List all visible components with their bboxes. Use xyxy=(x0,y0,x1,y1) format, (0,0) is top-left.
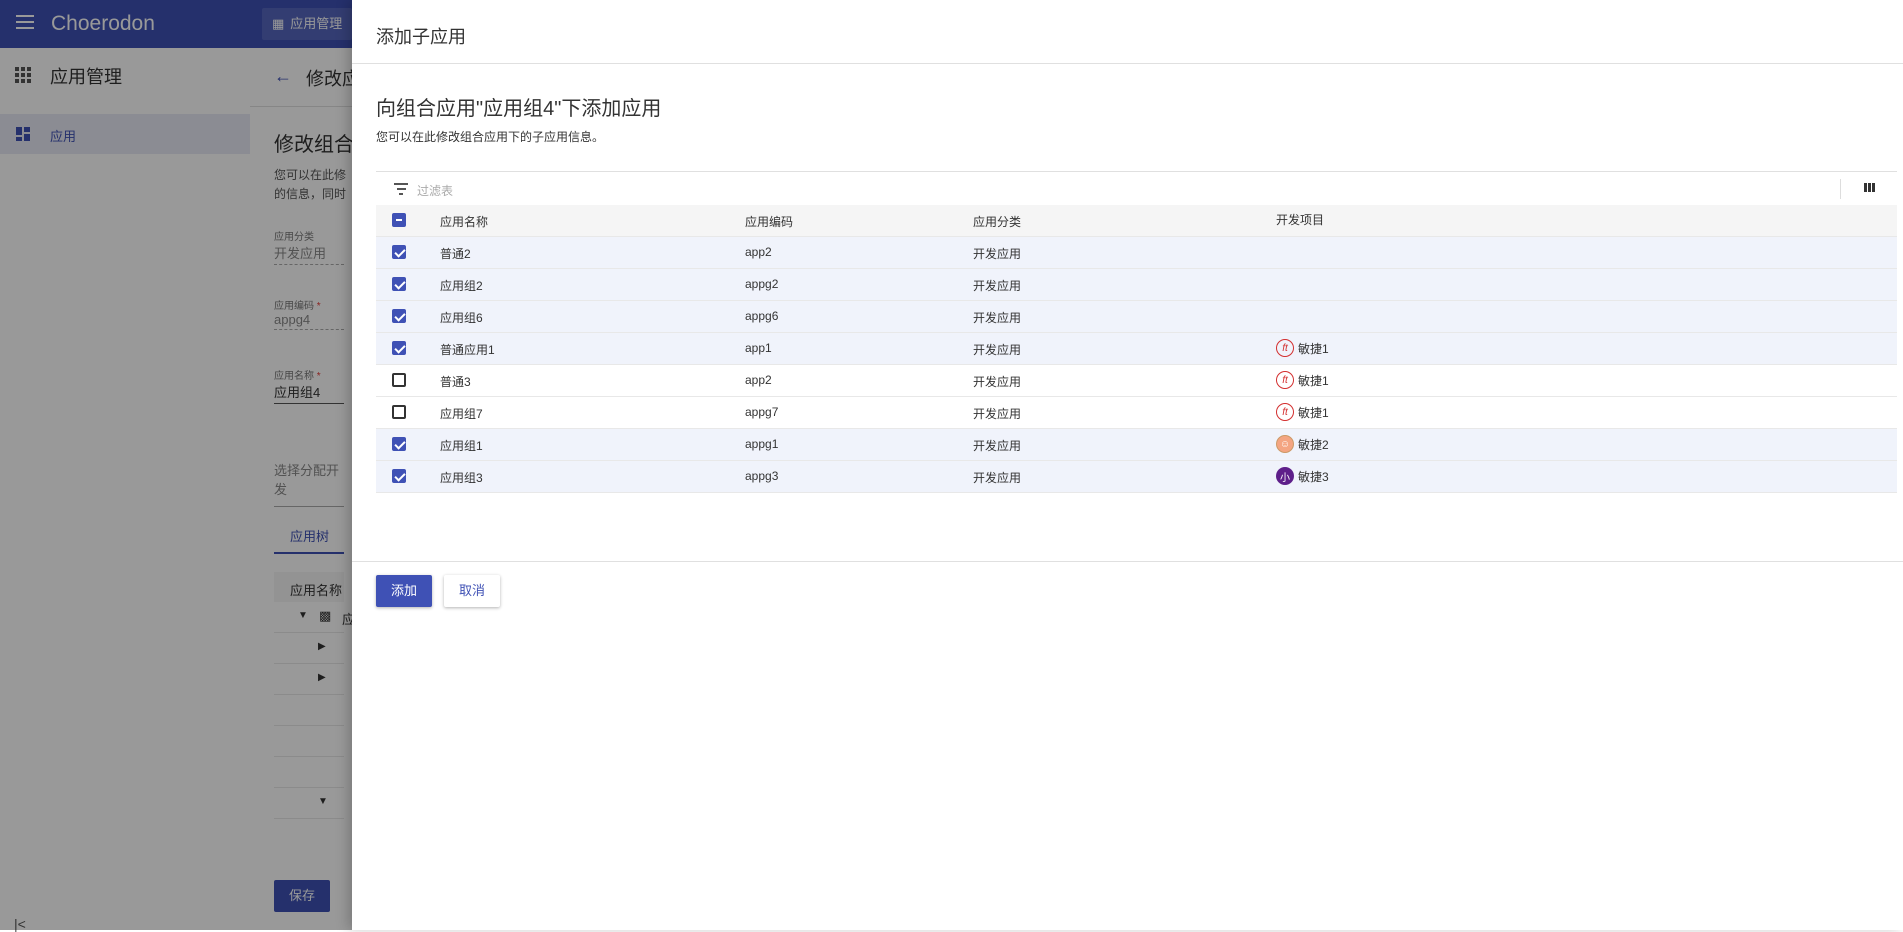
table-header: 应用名称 应用编码 应用分类 开发项目 xyxy=(376,205,1897,237)
row-checkbox[interactable] xyxy=(392,437,406,451)
table-row[interactable]: 应用组2 appg2 开发应用 xyxy=(376,269,1897,301)
project-logo-icon: ft xyxy=(1276,339,1294,357)
row-checkbox[interactable] xyxy=(392,309,406,323)
project-cell: ft 敏捷1 xyxy=(1276,339,1329,357)
project-avatar-icon: ☺ xyxy=(1276,435,1294,453)
app-name-cell: 普通2 xyxy=(440,247,471,261)
row-checkbox[interactable] xyxy=(392,277,406,291)
table-body: 普通2 app2 开发应用 应用组2 appg2 开发应用 应用组6 appg6 开发应用 普通应… xyxy=(376,237,1897,493)
app-name-cell: 应用组7 xyxy=(440,407,483,421)
column-header-category[interactable]: 应用分类 xyxy=(973,213,1021,230)
project-name: 敏捷1 xyxy=(1298,405,1329,420)
column-header-code[interactable]: 应用编码 xyxy=(745,213,793,230)
table-row[interactable]: 应用组3 appg3 开发应用 小敏捷3 xyxy=(376,461,1897,493)
divider xyxy=(352,63,1903,64)
project-logo-icon: ft xyxy=(1276,403,1294,421)
row-checkbox[interactable] xyxy=(392,373,406,387)
project-cell: ft 敏捷1 xyxy=(1276,371,1329,389)
app-code-cell: appg7 xyxy=(745,405,779,419)
app-code-cell: appg2 xyxy=(745,277,779,291)
drawer-heading: 向组合应用"应用组4"下添加应用 xyxy=(376,98,662,120)
row-checkbox[interactable] xyxy=(392,469,406,483)
app-category-cell: 开发应用 xyxy=(973,439,1022,453)
filter-bar: 过滤表 xyxy=(376,171,1897,206)
project-name: 敏捷3 xyxy=(1298,469,1329,484)
app-category-cell: 开发应用 xyxy=(973,247,1022,261)
add-button[interactable]: 添加 xyxy=(376,575,432,607)
cancel-button[interactable]: 取消 xyxy=(444,575,500,607)
table-row[interactable]: 应用组6 appg6 开发应用 xyxy=(376,301,1897,333)
project-logo-icon: 小 xyxy=(1276,467,1294,485)
app-category-cell: 开发应用 xyxy=(973,375,1022,389)
app-name-cell: 应用组1 xyxy=(440,439,483,453)
project-name: 敏捷2 xyxy=(1298,437,1329,452)
app-category-cell: 开发应用 xyxy=(973,471,1022,485)
column-header-name[interactable]: 应用名称 xyxy=(440,213,488,230)
add-child-app-drawer: 添加子应用 向组合应用"应用组4"下添加应用 您可以在此修改组合应用下的子应用信… xyxy=(352,0,1903,930)
project-cell: ft 敏捷1 xyxy=(1276,403,1329,421)
table-row[interactable]: 普通应用1 app1 开发应用 ft 敏捷1 xyxy=(376,333,1897,365)
divider xyxy=(352,561,1903,562)
app-name-cell: 应用组3 xyxy=(440,471,483,485)
select-all-checkbox[interactable] xyxy=(392,213,406,227)
child-app-table: 应用名称 应用编码 应用分类 开发项目 普通2 app2 开发应用 应用组2 appg2… xyxy=(376,205,1897,493)
filter-input[interactable]: 过滤表 xyxy=(417,182,453,199)
table-row[interactable]: 普通2 app2 开发应用 xyxy=(376,237,1897,269)
app-category-cell: 开发应用 xyxy=(973,311,1022,325)
columns-icon[interactable] xyxy=(1864,183,1876,194)
filter-icon xyxy=(394,183,408,195)
project-cell: 小敏捷3 xyxy=(1276,467,1329,485)
row-checkbox[interactable] xyxy=(392,245,406,259)
divider xyxy=(1840,179,1841,199)
project-cell: ☺ 敏捷2 xyxy=(1276,435,1329,453)
row-checkbox[interactable] xyxy=(392,405,406,419)
column-header-project[interactable]: 开发项目 xyxy=(1276,211,1324,228)
app-code-cell: app2 xyxy=(745,373,772,387)
row-checkbox[interactable] xyxy=(392,341,406,355)
app-name-cell: 普通应用1 xyxy=(440,343,495,357)
drawer-description: 您可以在此修改组合应用下的子应用信息。 xyxy=(376,130,605,144)
app-code-cell: appg1 xyxy=(745,437,779,451)
app-name-cell: 普通3 xyxy=(440,375,471,389)
app-code-cell: appg3 xyxy=(745,469,779,483)
project-name: 敏捷1 xyxy=(1298,373,1329,388)
app-code-cell: appg6 xyxy=(745,309,779,323)
table-row[interactable]: 应用组1 appg1 开发应用 ☺ 敏捷2 xyxy=(376,429,1897,461)
app-category-cell: 开发应用 xyxy=(973,343,1022,357)
app-name-cell: 应用组2 xyxy=(440,279,483,293)
drawer-title: 添加子应用 xyxy=(376,27,466,47)
table-row[interactable]: 应用组7 appg7 开发应用 ft 敏捷1 xyxy=(376,397,1897,429)
project-name: 敏捷1 xyxy=(1298,341,1329,356)
app-name-cell: 应用组6 xyxy=(440,311,483,325)
project-logo-icon: ft xyxy=(1276,371,1294,389)
app-category-cell: 开发应用 xyxy=(973,279,1022,293)
app-category-cell: 开发应用 xyxy=(973,407,1022,421)
app-code-cell: app2 xyxy=(745,245,772,259)
app-code-cell: app1 xyxy=(745,341,772,355)
table-row[interactable]: 普通3 app2 开发应用 ft 敏捷1 xyxy=(376,365,1897,397)
